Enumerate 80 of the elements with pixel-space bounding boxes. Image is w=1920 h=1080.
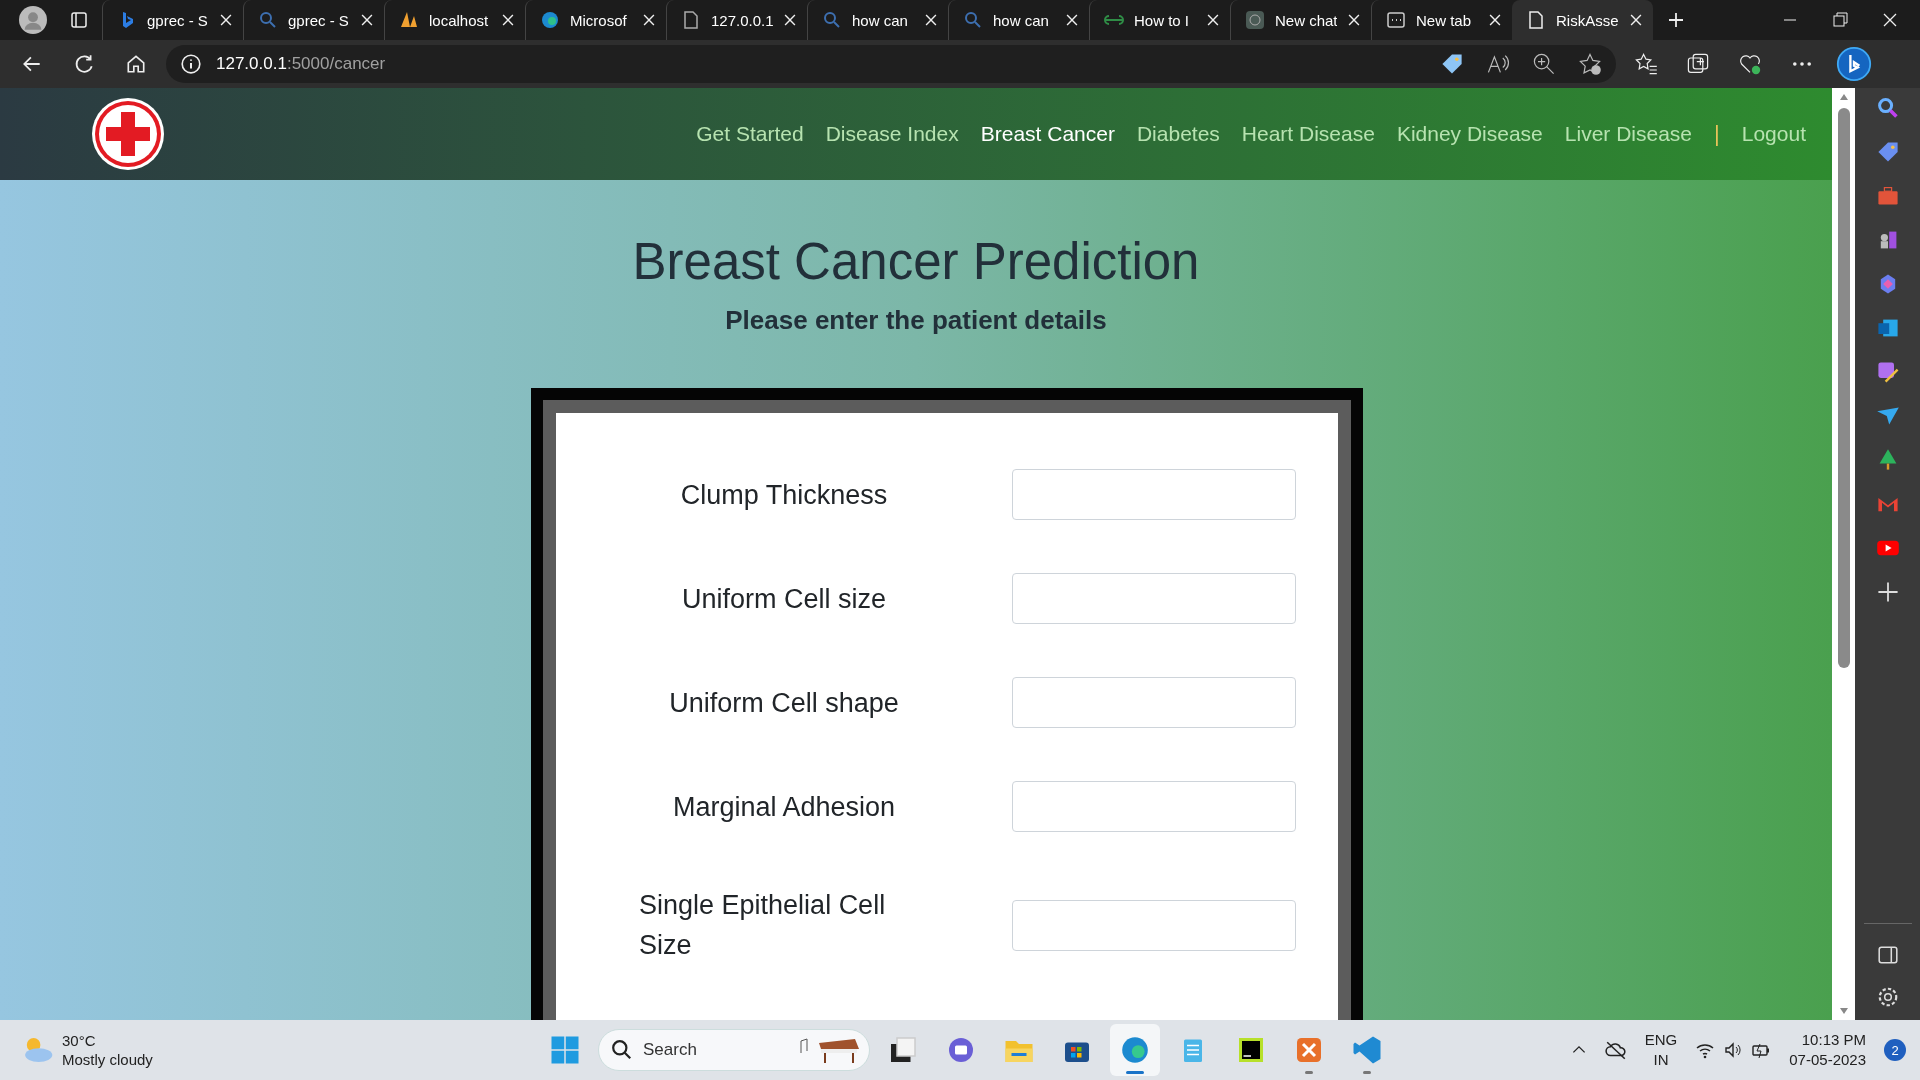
zoom-icon[interactable] [1532, 52, 1556, 76]
close-icon[interactable] [783, 13, 797, 27]
edge-icon [540, 10, 560, 30]
new-tab-icon[interactable] [1666, 10, 1686, 30]
restore-icon[interactable] [1830, 10, 1850, 30]
page-title: Breast Cancer Prediction [632, 232, 1200, 291]
xampp-icon [1294, 1035, 1324, 1065]
input-field[interactable] [1012, 781, 1296, 832]
cloud-offline-icon[interactable] [1604, 1039, 1627, 1061]
tab-actions-icon[interactable] [69, 10, 89, 30]
language-indicator[interactable]: ENG IN [1644, 1030, 1678, 1070]
tag-icon[interactable] [1440, 52, 1464, 76]
field-label: Single Epithelial Cell Size [639, 889, 887, 962]
add-icon [1875, 580, 1900, 604]
notification-badge[interactable]: 2 [1884, 1039, 1906, 1061]
vscode-icon [1352, 1035, 1382, 1065]
panel-icon[interactable] [1876, 944, 1899, 966]
scrollbar[interactable] [1832, 88, 1855, 1020]
close-icon[interactable] [1065, 13, 1079, 27]
nav-separator: | [1714, 121, 1720, 147]
url-text: 127.0.0.1:5000/cancer [216, 54, 386, 74]
scroll-down-icon [1837, 1006, 1850, 1016]
input-field[interactable] [1012, 469, 1296, 520]
nav-link[interactable]: Kidney Disease [1396, 122, 1543, 146]
pycharm-icon [1236, 1035, 1266, 1065]
temperature-text: 30°C [62, 1031, 97, 1050]
health-icon[interactable] [1738, 52, 1762, 76]
weather-text: Mostly cloudy [62, 1050, 153, 1069]
field-label: Uniform Cell size [681, 582, 886, 616]
windows-icon [550, 1035, 580, 1065]
field-label: Marginal Adhesion [672, 790, 896, 824]
search-field[interactable]: Search [598, 1029, 870, 1071]
new-tab-icon [1386, 10, 1406, 30]
nav-link[interactable]: Heart Disease [1241, 122, 1375, 146]
sail-icon [399, 10, 419, 30]
profile-avatar [19, 6, 47, 34]
nav-link[interactable]: Disease Index [825, 122, 959, 146]
search-icon [258, 10, 278, 30]
close-icon[interactable] [642, 13, 656, 27]
close-icon[interactable] [360, 13, 374, 27]
settings-icon[interactable] [1876, 986, 1899, 1008]
clock[interactable]: 10:13 PM 07-05-2023 [1789, 1030, 1866, 1070]
edge-icon [1119, 1034, 1151, 1066]
close-icon[interactable] [1488, 13, 1502, 27]
home-icon[interactable] [125, 53, 147, 75]
bing-chat-icon[interactable] [1836, 46, 1872, 82]
page-icon [1526, 10, 1546, 30]
close-icon[interactable] [1206, 13, 1220, 27]
close-icon[interactable] [219, 13, 233, 27]
nav-link[interactable]: Breast Cancer [980, 122, 1115, 146]
image-edit-icon [1875, 360, 1900, 384]
field-label: Uniform Cell shape [669, 686, 899, 720]
refresh-icon[interactable] [73, 53, 95, 75]
file-icon [681, 10, 701, 30]
close-icon[interactable] [924, 13, 938, 27]
favorite-add-icon[interactable] [1578, 52, 1602, 76]
scroll-up-icon [1837, 92, 1850, 102]
scroll-thumb[interactable] [1837, 108, 1850, 668]
close-icon[interactable] [1629, 13, 1643, 27]
nav-link[interactable]: Diabetes [1136, 122, 1220, 146]
input-field[interactable] [1012, 899, 1296, 951]
task-view-icon [888, 1035, 918, 1065]
search-icon [611, 1039, 633, 1061]
search-icon [1875, 96, 1900, 120]
info-icon [180, 53, 202, 75]
address-bar[interactable]: 127.0.0.1:5000/cancer [166, 45, 1616, 83]
input-field[interactable] [1012, 573, 1296, 624]
input-field[interactable] [1012, 677, 1296, 728]
close-icon[interactable] [501, 13, 515, 27]
collections-icon[interactable] [1686, 52, 1710, 76]
close-icon[interactable] [1347, 13, 1361, 27]
search-icon [963, 10, 983, 30]
favorites-icon[interactable] [1634, 52, 1658, 76]
volume-icon[interactable] [1723, 1040, 1744, 1060]
page-subtitle: Please enter the patient details [725, 305, 1107, 336]
search-icon [822, 10, 842, 30]
chat-bubble-icon [946, 1035, 976, 1065]
field-label: Clump Thickness [680, 478, 888, 512]
browser-tab[interactable]: RiskAsse [1512, 0, 1653, 40]
nav-link[interactable]: Get Started [696, 122, 804, 146]
